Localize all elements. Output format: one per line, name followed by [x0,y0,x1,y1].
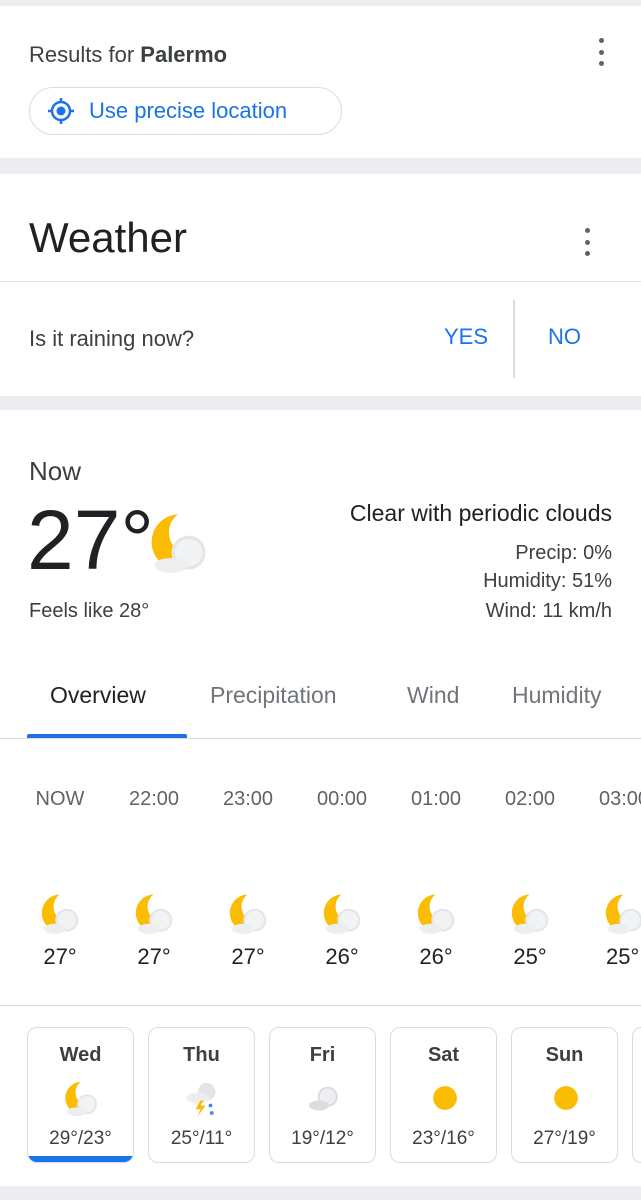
moon-clouds-icon [226,890,272,936]
day-card-wed[interactable]: Wed 29°/23° [27,1027,134,1163]
target-location-icon [48,98,74,124]
moon-clouds-icon [602,890,641,936]
moon-clouds-icon [38,890,84,936]
day-temps: 29°/23° [49,1128,112,1149]
hour-temp: 27° [231,944,265,969]
day-name: Fri [309,1044,336,1066]
now-label: Now [29,456,82,486]
moon-clouds-icon [62,1078,102,1118]
day-card-fri[interactable]: Fri 19°/12° [269,1027,376,1163]
day-temps: 27°/19° [533,1128,596,1149]
weather-feedback-card: Weather Is it raining now? YES NO [0,174,641,396]
moon-clouds-icon [414,890,460,936]
results-location: Palermo [140,42,228,67]
hour-temp: 26° [325,944,359,969]
hour-time: 23:00 [222,788,274,810]
daily-divider [0,1005,641,1006]
cloudy-icon [304,1078,344,1118]
weather-more-options-icon[interactable] [575,228,599,256]
day-temps: 19°/12° [291,1128,354,1149]
hour-temp: 25° [606,944,640,969]
day-card-sun[interactable]: Sun 27°/19° [511,1027,618,1163]
use-precise-location-label: Use precise location [89,98,288,123]
day-name: Sat [427,1044,460,1066]
hour-temp: 25° [513,944,547,969]
more-options-icon[interactable] [589,38,613,66]
weather-title: Weather [29,214,187,261]
day-name: Thu [183,1044,220,1066]
thunderstorm-icon [183,1078,223,1118]
selected-day-indicator [28,1156,133,1162]
hour-time: 00:00 [316,788,368,810]
hour-time: 22:00 [128,788,180,810]
feels-like: Feels like 28° [29,600,150,622]
moon-clouds-icon [132,890,178,936]
results-title: Results for Palermo [29,42,227,68]
hour-temp: 26° [419,944,453,969]
hour-time: NOW [35,788,85,810]
vertical-divider [513,300,515,378]
sun-icon [546,1078,586,1118]
moon-clouds-icon [320,890,366,936]
hour-temp: 27° [137,944,171,969]
forecast-tabs: Overview Precipitation Wind Humidity [0,662,641,740]
tab-wind[interactable]: Wind [407,682,459,709]
hour-time: 02:00 [504,788,556,810]
hour-time: 03:00 [599,788,641,810]
use-precise-location-button[interactable]: Use precise location [29,87,342,135]
day-temps: 23°/16° [412,1128,475,1149]
day-name: Wed [59,1044,102,1066]
divider [0,281,641,282]
condition-text: Clear with periodic clouds [349,500,612,526]
tab-precipitation[interactable]: Precipitation [210,682,337,709]
moon-clouds-icon [508,890,554,936]
yes-button[interactable]: YES [444,324,488,350]
hour-time: 01:00 [410,788,462,810]
tabs-divider [0,738,641,739]
hourly-overflow-clip: 03:00 25° [584,410,641,1010]
raining-question: Is it raining now? [29,326,195,351]
results-header-card: Results for Palermo Use precise location [0,6,641,158]
weather-forecast-card: Now 27° Feels like 28° Clear with period… [0,410,641,1186]
day-temps: 25°/11° [170,1128,233,1149]
current-temperature: 27° [27,493,155,587]
sun-icon [425,1078,465,1118]
day-card-sat[interactable]: Sat 23°/16° [390,1027,497,1163]
tab-overview[interactable]: Overview [50,682,146,709]
hour-temp: 27° [43,944,77,969]
no-button[interactable]: NO [548,324,581,350]
moon-clouds-icon [146,508,214,576]
day-name: Sun [545,1044,584,1066]
day-card-thu[interactable]: Thu 25°/11° [148,1027,255,1163]
results-prefix: Results for [29,42,135,67]
day-card-next[interactable] [632,1027,641,1163]
